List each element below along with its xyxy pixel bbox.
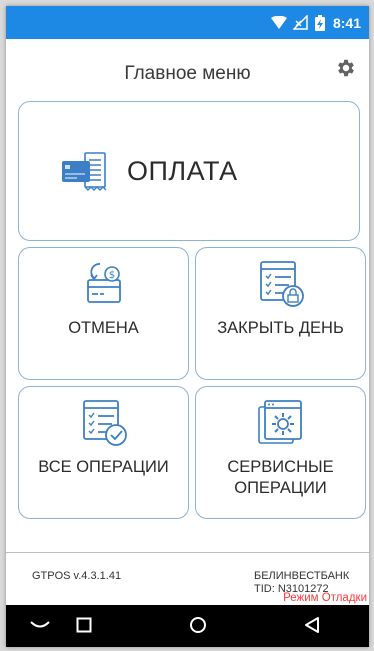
cancel-button[interactable]: $ ОТМЕНА (18, 247, 189, 380)
cancel-label: ОТМЕНА (68, 319, 139, 337)
service-operations-label-line1: СЕРВИСНЫЕ (227, 458, 334, 476)
status-bar: 8:41 (6, 6, 369, 39)
wifi-icon (270, 16, 287, 29)
service-operations-button[interactable]: СЕРВИСНЫЕ ОПЕРАЦИИ (195, 386, 366, 519)
keyboard-hide-icon (29, 618, 51, 636)
close-day-label: ЗАКРЫТЬ ДЕНЬ (217, 319, 344, 337)
app-version: GTPOS v.4.3.1.41 (32, 570, 122, 582)
settings-button[interactable] (333, 57, 359, 83)
bank-name: БЕЛИНВЕСТБАНК (254, 570, 350, 582)
page-title: Главное меню (124, 63, 251, 84)
gear-icon (335, 57, 357, 84)
home-icon (189, 616, 207, 639)
card-refund-icon: $ (84, 260, 124, 311)
navigation-bar (6, 605, 369, 647)
no-signal-icon (292, 15, 309, 30)
back-button[interactable] (300, 615, 324, 639)
card-receipt-icon (61, 152, 111, 197)
payment-label: ОПЛАТА (127, 156, 238, 186)
back-icon (303, 616, 321, 639)
svg-text:$: $ (108, 270, 114, 281)
all-operations-button[interactable]: ВСЕ ОПЕРАЦИИ (18, 386, 189, 519)
service-operations-label: СЕРВИСНЫЕ ОПЕРАЦИИ (202, 457, 359, 499)
report-gear-icon (257, 399, 305, 452)
report-check-icon (80, 399, 128, 452)
header: Главное меню (6, 39, 369, 101)
recents-button[interactable] (72, 615, 96, 639)
device-screen: 8:41 Главное меню ОПЛАТА $ ОТМЕНА ЗАКРЫТ… (6, 6, 369, 647)
close-day-button[interactable]: ЗАКРЫТЬ ДЕНЬ (195, 247, 366, 380)
keyboard-hide-button[interactable] (28, 615, 52, 639)
debug-mode-label: Режим Отладки (283, 592, 367, 604)
recents-icon (76, 617, 92, 638)
home-button[interactable] (186, 615, 210, 639)
status-time: 8:41 (332, 14, 361, 31)
report-lock-icon (257, 260, 305, 313)
footer: GTPOS v.4.3.1.41 БЕЛИНВЕСТБАНК TID: N310… (6, 553, 369, 605)
payment-button[interactable]: ОПЛАТА (18, 101, 360, 241)
battery-charging-icon (314, 14, 325, 31)
service-operations-label-line2: ОПЕРАЦИИ (234, 479, 327, 497)
all-operations-label: ВСЕ ОПЕРАЦИИ (38, 458, 169, 476)
